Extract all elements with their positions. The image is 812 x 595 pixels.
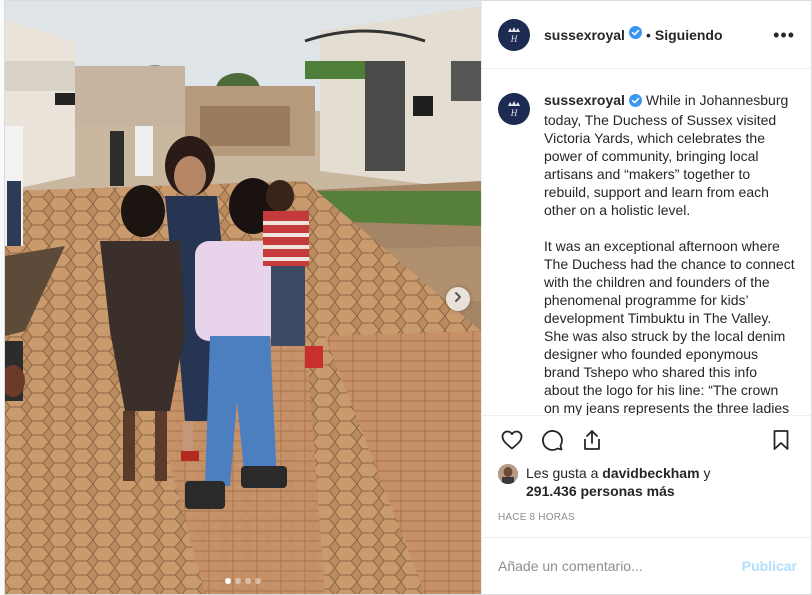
next-slide-button[interactable] [446,287,470,311]
post-photo[interactable] [5,1,481,594]
crown-monogram-icon[interactable]: H [498,18,530,51]
caption-row: H sussexroyal While in Johannesburg toda… [498,91,795,415]
carousel-dot [235,578,241,584]
carousel-dot [245,578,251,584]
caption-section: H sussexroyal While in Johannesburg toda… [482,69,811,416]
post-header: H sussexroyal • Siguiendo ••• [482,1,811,69]
bookmark-icon[interactable] [761,420,801,460]
liker-username[interactable]: davidbeckham [602,465,699,481]
caption-body: While in Johannesburg today, The Duchess… [544,92,795,416]
heart-icon[interactable] [492,420,532,460]
header-separator: • [645,26,651,43]
comment-bubble-icon[interactable] [532,420,572,460]
chevron-right-icon [452,290,464,308]
caption-username[interactable]: sussexroyal [544,92,625,108]
likes-text: Les gusta a davidbeckham y 291.436 perso… [526,464,710,500]
liker-avatar[interactable] [498,464,518,484]
following-button[interactable]: Siguiendo [655,27,723,43]
author-username[interactable]: sussexroyal [544,27,625,43]
verified-badge-icon [628,93,642,111]
likes-prefix: Les gusta a [526,465,599,481]
verified-badge-icon [628,25,642,44]
post-image [5,1,481,594]
post-timestamp[interactable]: HACE 8 HORAS [482,500,811,538]
action-bar [482,416,811,464]
comment-form: Publicar [482,538,811,594]
post-details-panel: H sussexroyal • Siguiendo ••• H sussexro… [481,1,811,594]
svg-text:H: H [510,108,518,118]
likes-count[interactable]: 291.436 personas más [526,483,675,499]
instagram-post: H sussexroyal • Siguiendo ••• H sussexro… [4,0,812,595]
caption-text: sussexroyal While in Johannesburg today,… [544,91,795,415]
publish-button[interactable]: Publicar [742,558,797,574]
carousel-indicator [5,578,481,584]
comment-input[interactable] [498,558,734,574]
likes-conjunction: y [703,465,711,481]
crown-monogram-icon[interactable]: H [498,93,530,125]
more-options-button[interactable]: ••• [773,26,795,44]
share-icon[interactable] [572,420,612,460]
carousel-dot [225,578,231,584]
likes-summary: Les gusta a davidbeckham y 291.436 perso… [482,464,811,500]
svg-text:H: H [510,34,518,44]
carousel-dot [255,578,261,584]
